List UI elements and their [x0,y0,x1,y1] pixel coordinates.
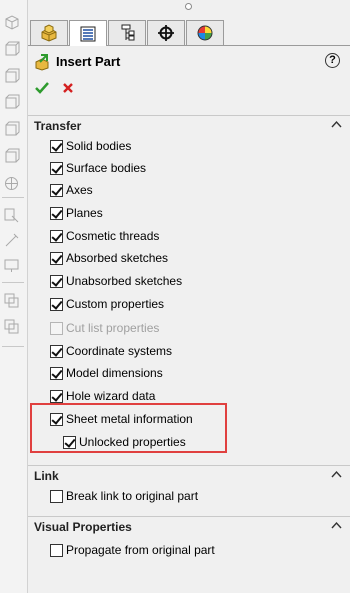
checkbox-label: Model dimensions [66,366,163,380]
checkbox-box[interactable] [50,345,63,358]
checkbox-box[interactable] [50,275,63,288]
toolbar-separator [2,197,24,198]
chevron-up-icon[interactable] [331,120,342,128]
checkbox-model-dimensions[interactable]: Model dimensions [28,364,328,386]
tab-dimxpert-manager[interactable] [147,20,185,45]
property-manager-icon [80,26,96,41]
checkbox-surface-bodies[interactable]: Surface bodies [28,159,328,181]
layers-icon[interactable] [3,292,20,309]
checkbox-label: Propagate from original part [66,543,215,557]
section-header-link[interactable]: Link [28,465,350,484]
ok-check-icon[interactable] [34,81,50,95]
checkbox-label: Coordinate systems [66,344,173,358]
checkbox-label: Planes [66,206,103,220]
cube-view-icon[interactable] [3,94,20,111]
cube-view-icon[interactable] [3,121,20,138]
dimxpert-manager-icon [158,25,174,41]
section-header-transfer[interactable]: Transfer [28,115,350,134]
checkbox-box[interactable] [50,544,63,557]
toolbar-separator [2,346,24,347]
checkbox-label: Cosmetic threads [66,229,160,243]
checkbox-cut-list-properties: Cut list properties [28,319,328,341]
property-manager-panel: Insert Part ? Transfer Solid bodies Surfa… [28,0,350,593]
checkbox-box[interactable] [50,162,63,175]
page-title: Insert Part [56,54,121,69]
checkbox-label: Absorbed sketches [66,251,169,265]
cube-view-icon[interactable] [3,68,20,85]
highlight-box [30,403,227,453]
cube-view-icon[interactable] [3,148,20,165]
select-tool-icon[interactable] [3,207,20,224]
help-icon[interactable]: ? [325,53,340,68]
checkbox-solid-bodies[interactable]: Solid bodies [28,137,328,159]
insert-part-icon [35,54,49,71]
manager-tabs [28,17,350,46]
checkbox-break-link-to-original-part[interactable]: Break link to original part [28,487,328,509]
feature-manager-icon [41,24,57,42]
cube-view-icon[interactable] [3,41,20,58]
checkbox-unabsorbed-sketches[interactable]: Unabsorbed sketches [28,272,328,294]
checkbox-box[interactable] [50,367,63,380]
display-tool-icon[interactable] [3,257,20,274]
chevron-up-icon[interactable] [331,470,342,478]
checkbox-propagate-from-original-part[interactable]: Propagate from original part [28,541,328,563]
layers-icon[interactable] [3,318,20,335]
panel-grip-handle[interactable] [185,3,192,10]
checkbox-label: Break link to original part [66,489,199,503]
checkbox-box [50,322,63,335]
checkbox-axes[interactable]: Axes [28,181,328,203]
checkbox-label: Axes [66,183,93,197]
section-title: Visual Properties [34,520,132,534]
section-title: Link [34,469,59,483]
checkbox-box[interactable] [50,490,63,503]
checkbox-label: Hole wizard data [66,389,156,403]
toolbar-separator [2,282,24,283]
chevron-up-icon[interactable] [331,521,342,529]
checkbox-label: Solid bodies [66,139,132,153]
checkbox-absorbed-sketches[interactable]: Absorbed sketches [28,249,328,271]
cube-view-icon[interactable] [3,14,20,31]
checkbox-box[interactable] [50,140,63,153]
checkbox-coordinate-systems[interactable]: Coordinate systems [28,342,328,364]
cancel-x-icon[interactable] [61,81,75,95]
checkbox-box[interactable] [50,207,63,220]
checkbox-label: Unabsorbed sketches [66,274,183,288]
display-manager-icon [197,25,213,41]
checkbox-box[interactable] [50,298,63,311]
panel-title-row: Insert Part ? [34,52,344,72]
checkbox-label: Custom properties [66,297,165,311]
isometric-view-icon[interactable] [3,175,20,192]
left-toolbar [0,0,28,593]
edit-tool-icon[interactable] [3,232,20,249]
checkbox-planes[interactable]: Planes [28,204,328,226]
checkbox-cosmetic-threads[interactable]: Cosmetic threads [28,227,328,249]
checkbox-label: Surface bodies [66,161,147,175]
checkbox-label: Cut list properties [66,321,160,335]
checkbox-box[interactable] [50,252,63,265]
checkbox-box[interactable] [50,184,63,197]
section-header-visual-properties[interactable]: Visual Properties [28,516,350,535]
tab-property-manager[interactable] [69,20,107,46]
checkbox-custom-properties[interactable]: Custom properties [28,295,328,317]
section-title: Transfer [34,119,82,133]
tab-feature-manager[interactable] [30,20,68,45]
checkbox-box[interactable] [50,390,63,403]
tab-display-manager[interactable] [186,20,224,45]
tab-configuration-manager[interactable] [108,20,146,45]
checkbox-box[interactable] [50,230,63,243]
configuration-manager-icon [121,24,135,41]
